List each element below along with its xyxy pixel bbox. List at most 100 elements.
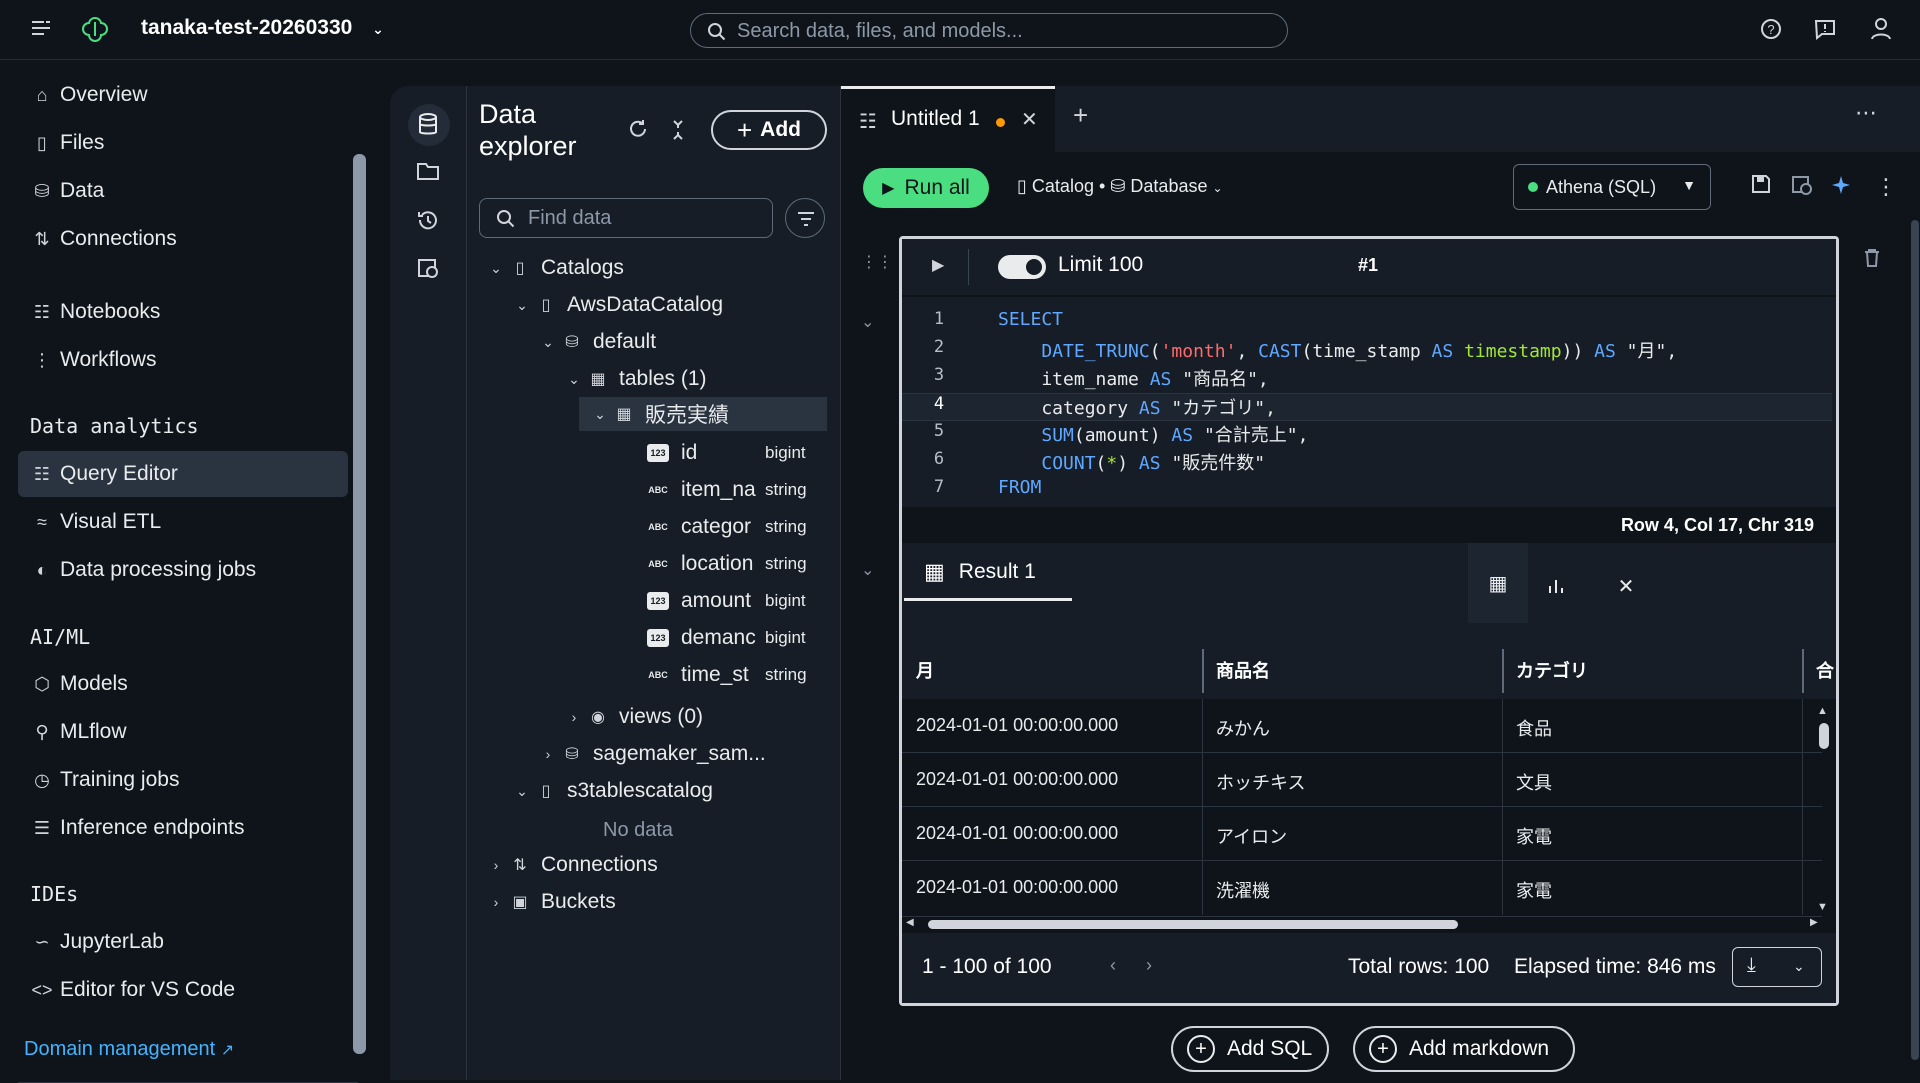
editor-scrollbar-thumb[interactable] [1911,220,1919,1060]
column-item[interactable]: ABC location string [647,547,827,581]
tree-table-sales[interactable]: ⌄ ▦ 販売実績 [579,397,827,431]
chart-view-icon[interactable] [1526,553,1586,619]
project-selector[interactable]: tanaka-test-20260330 ⌄ [141,16,384,40]
more-options-icon[interactable]: ⋯ [1855,100,1878,126]
code-line[interactable]: 6 COUNT(*) AS "販売件数" [902,449,1832,477]
tree-default-db[interactable]: ⌄ ⛁ default [537,325,656,359]
help-icon[interactable]: ? [1760,18,1782,46]
close-result-icon[interactable]: ✕ [1596,553,1656,619]
nav-overview[interactable]: ⌂ Overview [18,72,348,118]
tree-buckets[interactable]: › ▣ Buckets [485,885,616,919]
nav-jupyterlab[interactable]: ∽ JupyterLab [18,919,348,965]
column-header[interactable]: 合 [1816,657,1834,683]
scheduled-icon[interactable] [416,256,442,282]
column-item[interactable]: 123 id bigint [647,436,827,470]
scrollbar-thumb[interactable] [928,920,1458,929]
result-horizontal-scrollbar[interactable]: ◀ ▶ [906,917,1822,931]
add-markdown-button[interactable]: + Add markdown [1353,1026,1575,1072]
column-header[interactable]: 月 [916,657,934,683]
tree-views[interactable]: › ◉ views (0) [563,700,703,734]
tab-untitled-1[interactable]: ☷ Untitled 1 ✕ [841,86,1055,152]
tree-connections[interactable]: › ⇅ Connections [485,848,658,882]
code-line[interactable]: 7 FROM [902,477,1832,505]
catalog-database-selector[interactable]: ▯ Catalog • ⛁ Database ⌄ [1017,176,1223,197]
table-row[interactable]: 2024-01-01 00:00:00.000 アイロン 家電 [902,807,1822,861]
column-item[interactable]: ABC categor string [647,510,827,544]
delete-cell-icon[interactable] [1863,248,1881,273]
nav-visual-etl[interactable]: ≈ Visual ETL [18,499,348,545]
add-button[interactable]: + Add [711,110,827,150]
tree-s3tablescatalog[interactable]: ⌄ ▯ s3tablescatalog [511,774,713,808]
tree-aws-data-catalog[interactable]: ⌄ ▯ AwsDataCatalog [511,288,723,322]
column-resizer[interactable] [1502,649,1504,693]
nav-mlflow[interactable]: ⚲ MLflow [18,709,348,755]
history-icon[interactable] [416,208,442,234]
limit-toggle[interactable] [998,255,1046,279]
menu-icon[interactable] [30,18,52,44]
download-button[interactable]: ⤓ ⌄ [1732,947,1822,987]
collapse-result-icon[interactable]: ⌄ [861,560,874,580]
column-header[interactable]: 商品名 [1216,657,1270,683]
code-line[interactable]: 1 SELECT [902,309,1832,337]
kebab-menu-icon[interactable]: ⋮ [1875,174,1897,200]
table-row[interactable]: 2024-01-01 00:00:00.000 ホッチキス 文具 [902,753,1822,807]
next-page-icon[interactable]: › [1146,955,1152,976]
nav-connections[interactable]: ⇅ Connections [18,216,348,262]
column-item[interactable]: 123 amount bigint [647,584,827,618]
schedule-icon[interactable] [1791,174,1813,202]
database-icon[interactable] [416,112,442,138]
folder-icon[interactable] [416,160,442,186]
code-line[interactable]: 5 SUM(amount) AS "合計売上", [902,421,1832,449]
close-tab-icon[interactable]: ✕ [1021,107,1038,132]
nav-data-processing-jobs[interactable]: ◐ Data processing jobs [18,547,348,593]
table-view-icon[interactable]: ▦ [1468,543,1528,623]
code-line[interactable]: 2 DATE_TRUNC('month', CAST(time_stamp AS… [902,337,1832,365]
ai-sparkle-icon[interactable] [1831,174,1853,202]
code-editor[interactable]: 1 SELECT 2 DATE_TRUNC('month', CAST(time_s… [902,297,1836,507]
refresh-icon[interactable] [627,118,649,145]
nav-workflows[interactable]: ⋮ Workflows [18,337,348,383]
nav-query-editor[interactable]: ☷ Query Editor [18,451,348,497]
collapse-all-icon[interactable] [671,118,685,147]
scrollbar-thumb[interactable] [1819,723,1829,749]
column-resizer[interactable] [1202,649,1204,693]
new-tab-icon[interactable]: + [1073,100,1088,131]
nav-inference-endpoints[interactable]: ☰ Inference endpoints [18,805,348,851]
tree-catalogs[interactable]: ⌄ ▯ Catalogs [485,251,624,285]
result-tab[interactable]: ▦ Result 1 [904,545,1072,601]
feedback-icon[interactable] [1814,18,1836,46]
run-cell-icon[interactable]: ▶ [932,255,944,275]
nav-scrollbar[interactable] [351,140,367,1080]
table-row[interactable]: 2024-01-01 00:00:00.000 みかん 食品 [902,699,1822,753]
code-line[interactable]: 4 category AS "カテゴリ", [902,393,1832,421]
nav-vscode[interactable]: <> Editor for VS Code [18,967,348,1013]
scroll-up-icon[interactable]: ▲ [1817,705,1828,717]
scroll-left-icon[interactable]: ◀ [906,917,914,928]
find-data-input[interactable]: Find data [479,198,773,238]
column-item[interactable]: 123 demanc bigint [647,621,827,655]
table-row[interactable]: 2024-01-01 00:00:00.000 洗濯機 家電 [902,861,1822,917]
code-line[interactable]: 3 item_name AS "商品名", [902,365,1832,393]
prev-page-icon[interactable]: ‹ [1110,955,1116,976]
collapse-code-icon[interactable]: ⌄ [861,312,874,332]
run-all-button[interactable]: ▶ Run all [863,168,989,208]
nav-notebooks[interactable]: ☷ Notebooks [18,289,348,335]
column-item[interactable]: ABC item_na string [647,473,827,507]
nav-models[interactable]: ⬡ Models [18,661,348,707]
result-vertical-scrollbar[interactable]: ▲ ▼ [1816,705,1832,917]
engine-selector[interactable]: Athena (SQL) ▼ [1513,164,1711,210]
nav-scrollbar-thumb[interactable] [353,154,366,1054]
tree-tables[interactable]: ⌄ ▦ tables (1) [563,362,706,396]
nav-training-jobs[interactable]: ◷ Training jobs [18,757,348,803]
domain-management-link[interactable]: Domain management ↗ [24,1038,234,1061]
add-sql-button[interactable]: + Add SQL [1171,1026,1329,1072]
scroll-down-icon[interactable]: ▼ [1817,901,1828,913]
drag-handle-icon[interactable]: ⋮⋮ [861,252,893,272]
nav-files[interactable]: ▯ Files [18,120,348,166]
filter-button[interactable] [785,198,825,238]
save-icon[interactable] [1751,174,1771,200]
user-profile-icon[interactable] [1870,17,1892,47]
column-header[interactable]: カテゴリ [1516,657,1588,683]
editor-scrollbar[interactable] [1909,216,1920,1080]
nav-data[interactable]: ⛁ Data [18,168,348,214]
